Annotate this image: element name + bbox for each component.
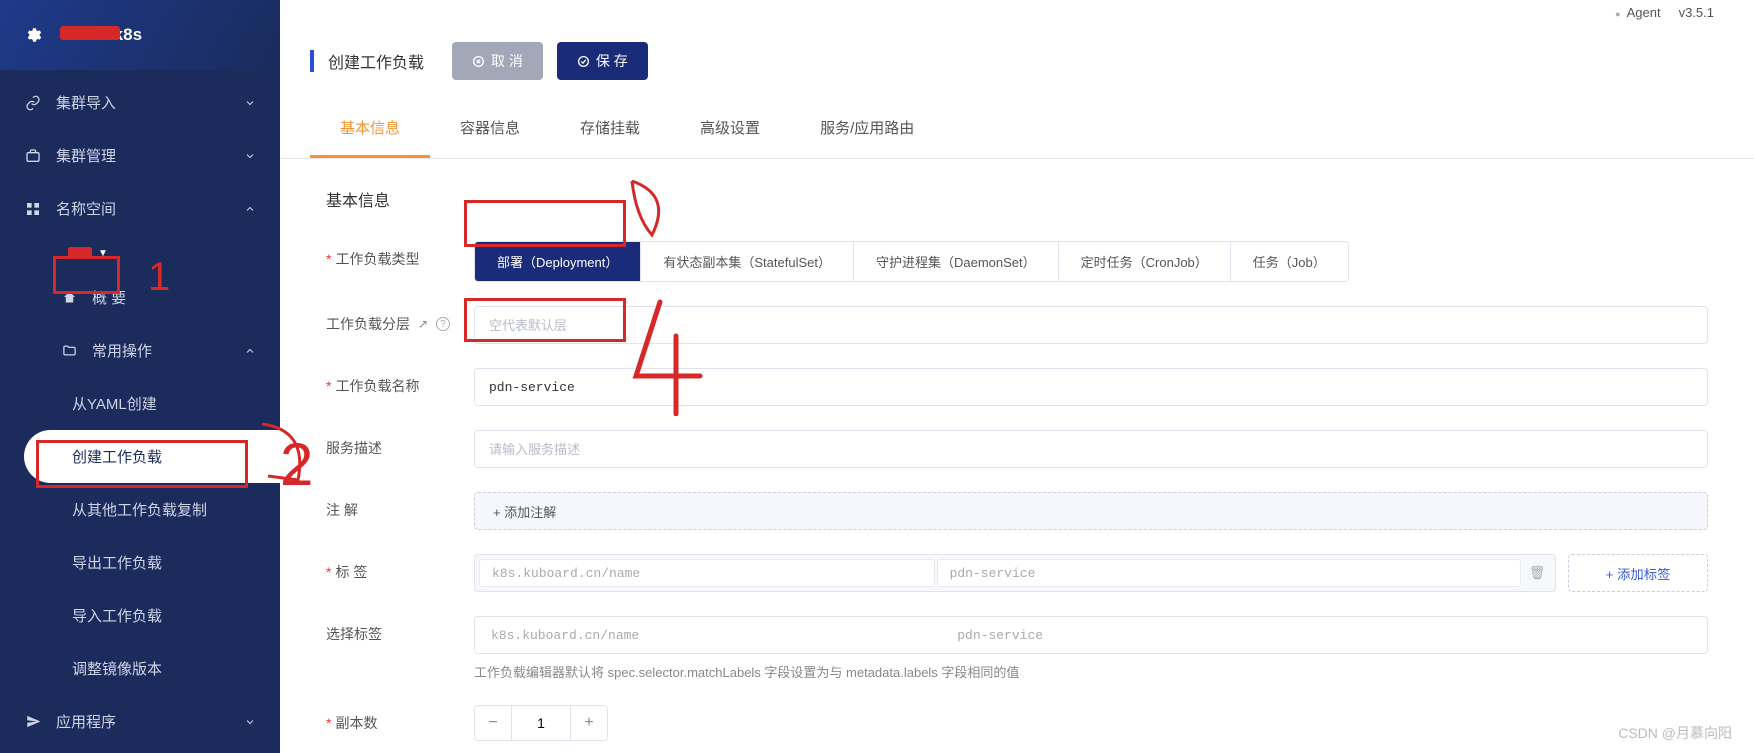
brand: -k8s	[0, 0, 280, 70]
name-input[interactable]	[474, 368, 1708, 406]
header-accent	[310, 50, 314, 72]
external-link-icon: ↗	[418, 317, 428, 331]
chevron-up-icon	[244, 345, 256, 357]
tab-service[interactable]: 服务/应用路由	[790, 100, 944, 158]
replicas-input[interactable]	[511, 706, 571, 740]
nav-adjust-image[interactable]: 调整镜像版本	[0, 642, 280, 695]
type-deployment[interactable]: 部署（Deployment）	[475, 242, 641, 281]
nav-copy-workload[interactable]: 从其他工作负载复制	[0, 483, 280, 536]
type-job[interactable]: 任务（Job）	[1231, 242, 1348, 281]
close-icon	[472, 55, 485, 68]
workload-type-group: 部署（Deployment） 有状态副本集（StatefulSet） 守护进程集…	[474, 241, 1349, 282]
row-workload-layer: 工作负载分层↗?	[326, 306, 1708, 344]
nav-cluster-import[interactable]: 集群导入	[0, 76, 280, 129]
watermark: CSDN @月慕向阳	[1618, 723, 1732, 743]
namespace-selector[interactable]: ▼	[0, 235, 280, 271]
nav: 集群导入 集群管理 名称空间 ▼ 概 要	[0, 70, 280, 753]
send-icon	[24, 713, 42, 731]
row-annotations: 注 解 + 添加注解	[326, 492, 1708, 530]
sidebar: -k8s 集群导入 集群管理 名称空间 ▼	[0, 0, 280, 753]
row-replicas: *副本数 − +	[326, 705, 1708, 741]
row-selector: 选择标签 k8s.kuboard.cn/name pdn-service 工作负…	[326, 616, 1708, 681]
agent-status: Agent	[1615, 5, 1660, 20]
tab-basic[interactable]: 基本信息	[310, 100, 430, 158]
type-daemonset[interactable]: 守护进程集（DaemonSet）	[854, 242, 1059, 281]
replicas-stepper: − +	[474, 705, 608, 741]
desc-input[interactable]	[474, 430, 1708, 468]
row-workload-name: *工作负载名称	[326, 368, 1708, 406]
selector-value: pdn-service	[945, 621, 1703, 649]
link-icon	[24, 94, 42, 112]
nav-export-workload[interactable]: 导出工作负载	[0, 536, 280, 589]
add-label-button[interactable]: + 添加标签	[1568, 554, 1708, 592]
nav-common-ops[interactable]: 常用操作	[0, 324, 280, 377]
row-workload-type: *工作负载类型 部署（Deployment） 有状态副本集（StatefulSe…	[326, 241, 1708, 282]
type-statefulset[interactable]: 有状态副本集（StatefulSet）	[641, 242, 854, 281]
grid-icon	[24, 200, 42, 218]
label-pair: k8s.kuboard.cn/name pdn-service 🗑	[474, 554, 1556, 592]
chevron-up-icon	[244, 203, 256, 215]
topbar: Agent v3.5.1	[280, 0, 1754, 22]
save-button[interactable]: 保 存	[557, 42, 648, 80]
selector-pair: k8s.kuboard.cn/name pdn-service	[474, 616, 1708, 654]
home-icon	[60, 289, 78, 307]
nav-yaml-create[interactable]: 从YAML创建	[0, 377, 280, 430]
tab-storage[interactable]: 存储挂载	[550, 100, 670, 158]
row-description: 服务描述	[326, 430, 1708, 468]
gear-icon	[24, 26, 42, 44]
nav-create-workload[interactable]: 创建工作负载	[24, 430, 280, 483]
nav-overview[interactable]: 概 要	[0, 271, 280, 324]
check-icon	[577, 55, 590, 68]
selector-hint: 工作负载编辑器默认将 spec.selector.matchLabels 字段设…	[474, 662, 1708, 681]
replicas-increase[interactable]: +	[571, 706, 607, 740]
version: v3.5.1	[1679, 5, 1714, 20]
brand-redacted	[60, 26, 120, 40]
briefcase-icon	[24, 147, 42, 165]
row-labels: *标 签 k8s.kuboard.cn/name pdn-service 🗑 +…	[326, 554, 1708, 592]
chevron-down-icon	[244, 150, 256, 162]
form-content: 基本信息 *工作负载类型 部署（Deployment） 有状态副本集（State…	[280, 159, 1754, 753]
add-annotation-button[interactable]: + 添加注解	[474, 492, 1708, 530]
caret-down-icon: ▼	[98, 248, 108, 259]
ns-redacted	[68, 247, 92, 259]
tabs: 基本信息 容器信息 存储挂载 高级设置 服务/应用路由	[280, 100, 1754, 159]
nav-applications[interactable]: 应用程序	[0, 695, 280, 748]
label-value[interactable]: pdn-service	[937, 559, 1521, 587]
nav-import-workload[interactable]: 导入工作负载	[0, 589, 280, 642]
cancel-button[interactable]: 取 消	[452, 42, 543, 80]
help-icon: ?	[436, 317, 450, 331]
selector-key: k8s.kuboard.cn/name	[479, 621, 943, 649]
label-key[interactable]: k8s.kuboard.cn/name	[479, 559, 935, 587]
type-cronjob[interactable]: 定时任务（CronJob）	[1059, 242, 1231, 281]
delete-label-icon[interactable]: 🗑	[1523, 559, 1551, 587]
layer-input[interactable]	[474, 306, 1708, 344]
tab-advanced[interactable]: 高级设置	[670, 100, 790, 158]
page-title: 创建工作负载	[328, 49, 424, 73]
folder-icon	[60, 342, 78, 360]
page-header: 创建工作负载 取 消 保 存	[280, 22, 1754, 100]
main: Agent v3.5.1 创建工作负载 取 消 保 存 基本信息 容器信息 存储…	[280, 0, 1754, 753]
nav-cluster-manage[interactable]: 集群管理	[0, 129, 280, 182]
chevron-down-icon	[244, 97, 256, 109]
replicas-decrease[interactable]: −	[475, 706, 511, 740]
nav-namespace[interactable]: 名称空间	[0, 182, 280, 235]
tab-container[interactable]: 容器信息	[430, 100, 550, 158]
section-title: 基本信息	[326, 187, 1708, 211]
chevron-down-icon	[244, 716, 256, 728]
